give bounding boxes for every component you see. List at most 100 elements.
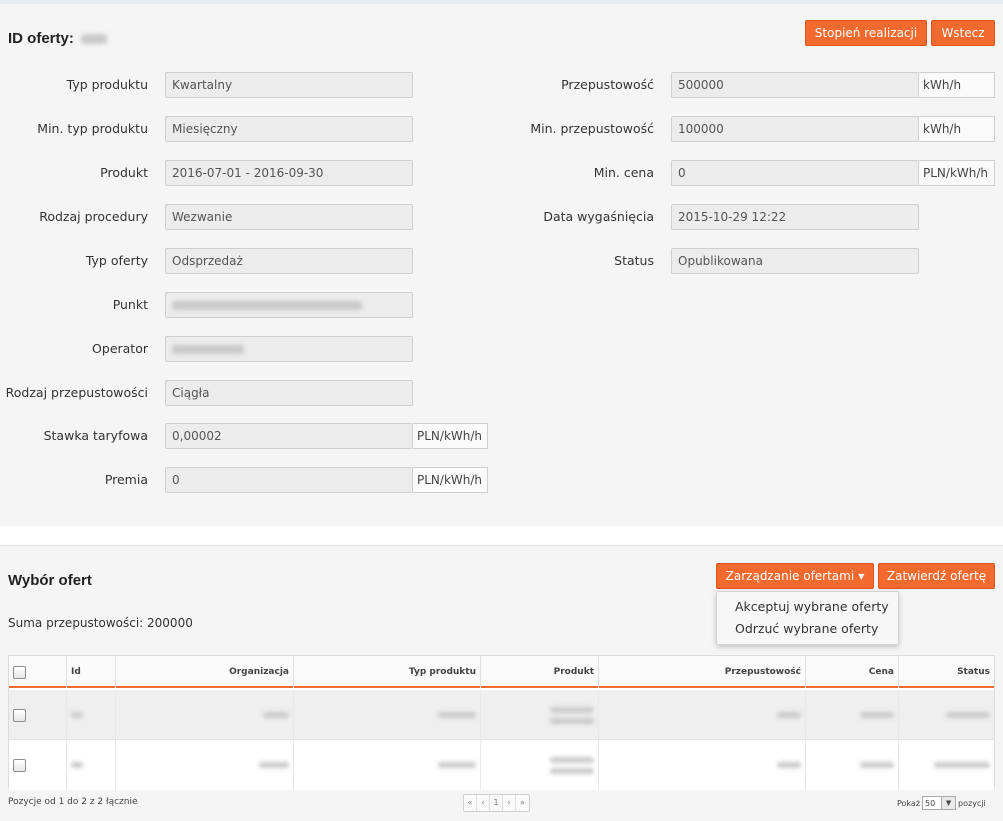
table-info: Pozycje od 1 do 2 z 2 łącznie xyxy=(8,797,138,807)
column-header-id[interactable]: Id xyxy=(67,656,116,688)
cell-status xyxy=(899,690,994,740)
field-label-capacity-type: Rodzaj przepustowości xyxy=(5,385,148,400)
pagination: « ‹ 1 › » xyxy=(463,794,530,812)
cell-status xyxy=(899,740,994,790)
cell-product-type xyxy=(294,690,481,740)
field-point xyxy=(165,292,413,318)
row-checkbox-cell xyxy=(9,690,67,740)
manage-offers-label: Zarządzanie ofertami xyxy=(725,569,855,583)
field-label-min-capacity: Min. przepustowość xyxy=(530,121,654,136)
operator-redacted xyxy=(172,345,244,354)
cell-price xyxy=(806,740,899,790)
confirm-offer-button[interactable]: Zatwierdź ofertę xyxy=(878,563,995,589)
cell-product xyxy=(481,690,599,740)
capacity-unit: kWh/h xyxy=(919,72,995,98)
field-label-status: Status xyxy=(614,253,654,268)
header-checkbox-cell xyxy=(9,656,67,688)
manage-offers-menu: Akceptuj wybrane oferty Odrzuć wybrane o… xyxy=(716,591,899,645)
row-checkbox-cell xyxy=(9,740,67,790)
premium-unit: PLN/kWh/h xyxy=(413,467,488,493)
redacted-value xyxy=(777,762,801,768)
field-min-product-type: Miesięczny xyxy=(165,116,413,142)
field-label-product: Produkt xyxy=(100,165,148,180)
field-label-min-product-type: Min. typ produktu xyxy=(37,121,148,136)
offer-id-title: ID oferty: xyxy=(8,30,108,47)
cell-organization xyxy=(116,740,294,790)
table-row[interactable] xyxy=(9,740,994,790)
tariff-rate-unit: PLN/kWh/h xyxy=(413,423,488,449)
caret-down-icon: ▼ xyxy=(858,571,865,581)
column-header-organization[interactable]: Organizacja xyxy=(116,656,294,688)
redacted-value xyxy=(263,712,289,718)
column-header-product-type[interactable]: Typ produktu xyxy=(294,656,481,688)
cell-capacity xyxy=(599,690,806,740)
manage-offers-button[interactable]: Zarządzanie ofertami ▼ xyxy=(716,563,874,589)
field-capacity: 500000 xyxy=(671,72,919,98)
column-header-status[interactable]: Status xyxy=(899,656,994,688)
field-label-min-price: Min. cena xyxy=(593,165,654,180)
cell-product xyxy=(481,740,599,790)
field-min-price: 0 xyxy=(671,160,919,186)
first-page-button[interactable]: « xyxy=(464,795,477,811)
selection-title: Wybór ofert xyxy=(8,572,92,589)
column-header-product[interactable]: Produkt xyxy=(481,656,599,688)
table-row[interactable] xyxy=(9,690,994,740)
field-label-product-type: Typ produktu xyxy=(66,77,148,92)
field-label-operator: Operator xyxy=(92,341,148,356)
redacted-value xyxy=(934,762,990,768)
redacted-value xyxy=(550,706,594,713)
next-page-button[interactable]: › xyxy=(503,795,516,811)
field-status: Opublikowana xyxy=(671,248,919,274)
cell-capacity xyxy=(599,740,806,790)
offer-id-redacted xyxy=(81,34,108,45)
progress-button[interactable]: Stopień realizacji xyxy=(805,20,927,46)
chevron-down-icon: ▼ xyxy=(941,797,956,809)
prev-page-button[interactable]: ‹ xyxy=(477,795,490,811)
redacted-value xyxy=(550,717,594,724)
select-all-checkbox[interactable] xyxy=(13,665,26,679)
field-min-capacity: 100000 xyxy=(671,116,919,142)
field-offer-type: Odsprzedaż xyxy=(165,248,413,274)
redacted-value xyxy=(946,712,990,718)
field-label-expiry-date: Data wygaśnięcia xyxy=(543,209,654,224)
items-label: pozycji xyxy=(958,798,986,808)
column-header-capacity[interactable]: Przepustowość xyxy=(599,656,806,688)
point-redacted xyxy=(172,301,362,310)
redacted-value xyxy=(777,712,801,718)
field-operator xyxy=(165,336,413,362)
cell-price xyxy=(806,690,899,740)
redacted-value xyxy=(550,756,594,763)
redacted-value xyxy=(438,762,476,768)
redacted-value xyxy=(71,762,83,768)
panel-gap xyxy=(0,526,1003,545)
row-checkbox[interactable] xyxy=(13,758,26,772)
column-header-price[interactable]: Cena xyxy=(806,656,899,688)
redacted-value xyxy=(259,762,289,768)
field-capacity-type: Ciągła xyxy=(165,380,413,406)
field-label-offer-type: Typ oferty xyxy=(85,253,148,268)
back-button[interactable]: Wstecz xyxy=(931,20,995,46)
field-premium: 0 xyxy=(165,467,413,493)
show-label: Pokaż xyxy=(897,798,921,808)
field-label-premium: Premia xyxy=(104,472,148,487)
cell-organization xyxy=(116,690,294,740)
redacted-value xyxy=(438,712,476,718)
min-price-unit: PLN/kWh/h xyxy=(919,160,995,186)
field-procedure-type: Wezwanie xyxy=(165,204,413,230)
field-product: 2016-07-01 - 2016-09-30 xyxy=(165,160,413,186)
field-tariff-rate: 0,00002 xyxy=(165,423,413,449)
page-1-button[interactable]: 1 xyxy=(490,795,503,811)
row-checkbox[interactable] xyxy=(13,708,26,722)
field-product-type: Kwartalny xyxy=(165,72,413,98)
menu-item-reject-selected[interactable]: Odrzuć wybrane oferty xyxy=(717,618,898,640)
page-size-select[interactable]: 50 ▼ xyxy=(922,796,957,810)
field-label-procedure-type: Rodzaj procedury xyxy=(39,209,148,224)
last-page-button[interactable]: » xyxy=(516,795,529,811)
cell-id xyxy=(67,690,116,740)
redacted-value xyxy=(71,712,83,718)
page-size-value: 50 xyxy=(925,798,936,808)
min-capacity-unit: kWh/h xyxy=(919,116,995,142)
offer-id-label: ID oferty: xyxy=(8,30,74,47)
menu-item-accept-selected[interactable]: Akceptuj wybrane oferty xyxy=(717,596,898,618)
table-header: Id Organizacja Typ produktu Produkt Prze… xyxy=(9,656,994,688)
